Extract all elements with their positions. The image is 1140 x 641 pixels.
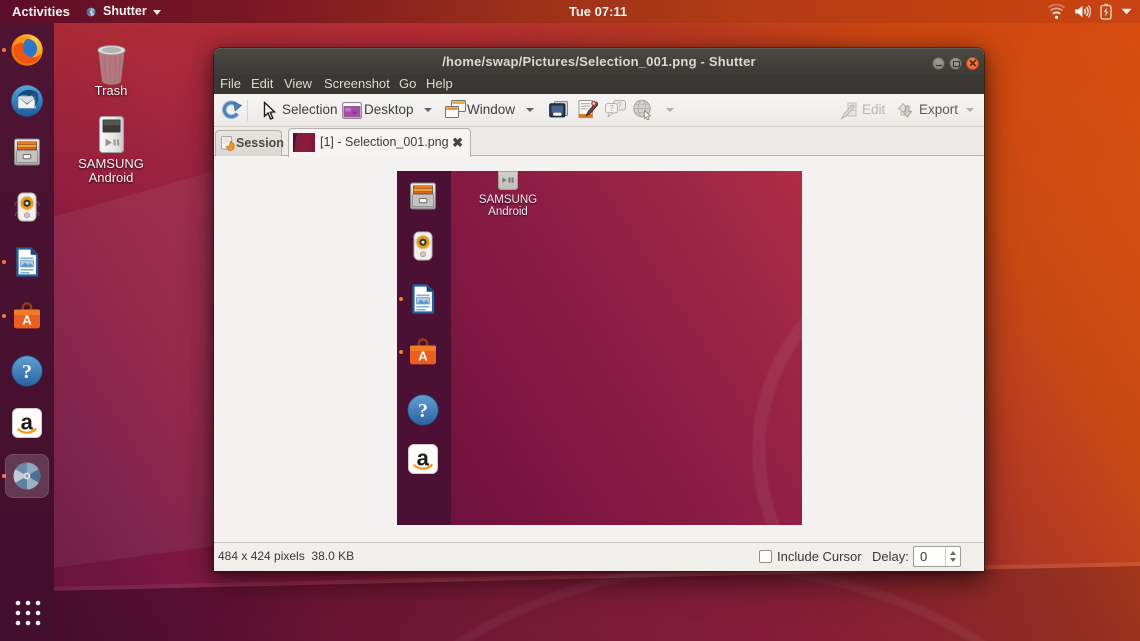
svg-text:A: A xyxy=(418,349,428,364)
svg-text:?: ? xyxy=(22,361,32,383)
svg-text:A: A xyxy=(22,313,32,328)
svg-text:?: ? xyxy=(418,400,428,422)
svg-text:?: ? xyxy=(609,104,614,113)
svg-text:?: ? xyxy=(617,101,622,110)
